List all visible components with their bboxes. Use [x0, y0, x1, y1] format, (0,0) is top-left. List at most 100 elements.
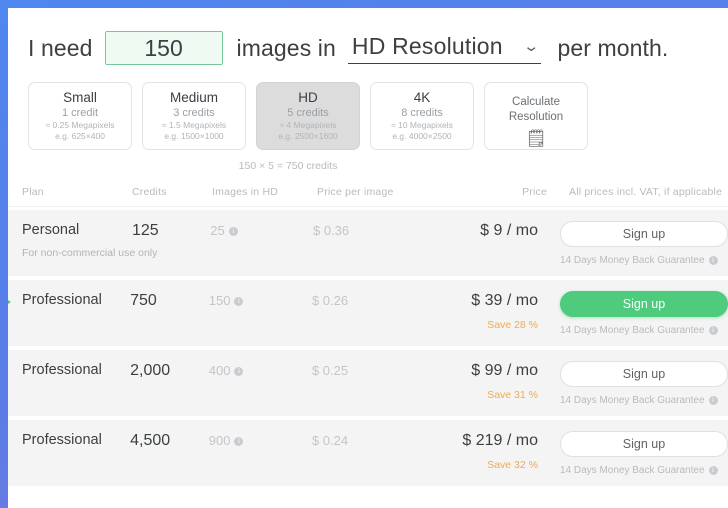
price-per-image-value: $ 0.24 [312, 433, 348, 448]
info-icon[interactable]: i [709, 256, 718, 265]
resolution-card-4k[interactable]: 4K 8 credits ≈ 10 Megapixels e.g. 4000×2… [370, 82, 474, 150]
table-row[interactable]: Professional 750 150i $ 0.26 $ 39 / mo S… [8, 280, 728, 346]
plan-name: Professional [22, 291, 130, 310]
action-cell: Sign up 14 Days Money Back Guarantee i [538, 431, 728, 477]
calculate-resolution-button[interactable]: Calculate Resolution 🗒 [484, 82, 588, 150]
action-cell: Sign up 14 Days Money Back Guarantee i [538, 361, 728, 407]
table-row[interactable]: Personal For non-commercial use only 125… [8, 210, 728, 276]
price-value: $ 39 / mo [430, 291, 538, 310]
signup-button[interactable]: Sign up [560, 431, 728, 457]
info-icon[interactable]: i [234, 297, 243, 306]
credits-value: 125 [132, 222, 159, 239]
plan-configurator: I need images in HD Resolution ⌄ per mon… [8, 8, 728, 172]
calculate-resolution-line2: Resolution [485, 110, 587, 125]
resolution-card-example: e.g. 4000×2500 [371, 131, 473, 142]
resolution-card-example: e.g. 1500×1000 [143, 131, 245, 142]
resolution-card-name: HD [257, 90, 359, 105]
guarantee-text: 14 Days Money Back Guarantee [560, 465, 705, 476]
plan-cell: Personal For non-commercial use only [22, 221, 132, 259]
action-cell: Sign up 14 Days Money Back Guaranteei [538, 221, 728, 267]
resolution-card-credits: 8 credits [371, 107, 473, 120]
save-badge: Save 28 % [430, 319, 538, 331]
resolution-card-megapixels: ≈ 1.5 Megapixels [143, 120, 245, 131]
images-value: 400 [209, 363, 231, 378]
guarantee-text: 14 Days Money Back Guarantee [560, 395, 705, 406]
column-header-credits: Credits [132, 186, 212, 198]
price-per-image-cell: $ 0.25 [312, 361, 430, 380]
column-header-plan: Plan [22, 186, 132, 198]
quantity-input[interactable] [105, 31, 223, 65]
credits-cell: 750 [130, 291, 209, 310]
need-sentence: I need images in HD Resolution ⌄ per mon… [28, 26, 708, 70]
signup-button[interactable]: Sign up [560, 291, 728, 317]
plan-name: Professional [22, 431, 130, 450]
resolution-card-hd[interactable]: HD 5 credits ≈ 4 Megapixels e.g. 2500×16… [256, 82, 360, 150]
resolution-card-name: 4K [371, 90, 473, 105]
images-cell: 400i [209, 361, 312, 380]
calculator-icon: 🗒 [485, 130, 587, 148]
info-icon[interactable]: i [709, 326, 718, 335]
signup-button[interactable]: Sign up [560, 361, 728, 387]
action-cell: Sign up 14 Days Money Back Guarantee i [538, 291, 728, 337]
resolution-card-megapixels: ≈ 10 Megapixels [371, 120, 473, 131]
price-value: $ 99 / mo [430, 361, 538, 380]
table-row[interactable]: Professional 4,500 900i $ 0.24 $ 219 / m… [8, 420, 728, 486]
resolution-card-credits: 1 credit [29, 107, 131, 120]
price-per-image-value: $ 0.25 [312, 363, 348, 378]
credit-formula: 150 × 5 = 750 credits [28, 160, 708, 172]
resolution-card-name: Medium [143, 90, 245, 105]
credits-value: 2,000 [130, 362, 170, 379]
info-icon[interactable]: i [234, 437, 243, 446]
guarantee-note: 14 Days Money Back Guarantee i [560, 325, 728, 337]
resolution-select-value: HD Resolution [352, 33, 503, 60]
vat-note: All prices incl. VAT, if applicable [547, 186, 728, 198]
images-value: 150 [209, 293, 231, 308]
resolution-card-megapixels: ≈ 0.25 Megapixels [29, 120, 131, 131]
images-cell: 150i [209, 291, 312, 310]
resolution-card-small[interactable]: Small 1 credit ≈ 0.25 Megapixels e.g. 62… [28, 82, 132, 150]
per-month-label: per month. [557, 35, 668, 62]
images-value: 900 [209, 433, 231, 448]
guarantee-note: 14 Days Money Back Guaranteei [560, 255, 728, 267]
price-per-image-cell: $ 0.36 [313, 221, 430, 240]
table-header-row: Plan Credits Images in HD Price per imag… [8, 178, 728, 207]
column-header-price: Price [437, 186, 547, 198]
plan-cell: Professional [22, 291, 130, 317]
selected-row-marker-icon [8, 294, 11, 310]
guarantee-text: 14 Days Money Back Guarantee [560, 325, 705, 336]
plan-cell: Professional [22, 431, 130, 457]
price-cell: $ 219 / mo Save 32 % [430, 431, 538, 471]
resolution-card-credits: 5 credits [257, 107, 359, 120]
pricing-table: Plan Credits Images in HD Price per imag… [8, 178, 728, 486]
images-cell: 900i [209, 431, 312, 450]
resolution-select[interactable]: HD Resolution ⌄ [348, 33, 542, 64]
calculate-resolution-line1: Calculate [485, 95, 587, 110]
pricing-page: I need images in HD Resolution ⌄ per mon… [8, 8, 728, 508]
guarantee-note: 14 Days Money Back Guarantee i [560, 395, 728, 407]
info-icon[interactable]: i [234, 367, 243, 376]
info-icon[interactable]: i [229, 227, 238, 236]
price-cell: $ 99 / mo Save 31 % [430, 361, 538, 401]
price-per-image-cell: $ 0.26 [312, 291, 430, 310]
column-header-images: Images in HD [212, 186, 317, 198]
table-row[interactable]: Professional 2,000 400i $ 0.25 $ 99 / mo… [8, 350, 728, 416]
signup-button[interactable]: Sign up [560, 221, 728, 247]
info-icon[interactable]: i [709, 466, 718, 475]
plan-name: Personal [22, 221, 132, 240]
resolution-card-medium[interactable]: Medium 3 credits ≈ 1.5 Megapixels e.g. 1… [142, 82, 246, 150]
credits-cell: 125 [132, 221, 210, 240]
images-in-label: images in [237, 35, 336, 62]
info-icon[interactable]: i [709, 396, 718, 405]
price-per-image-value: $ 0.36 [313, 223, 349, 238]
images-value: 25 [210, 223, 224, 238]
credits-value: 750 [130, 292, 157, 309]
credits-cell: 4,500 [130, 431, 209, 450]
need-label: I need [28, 35, 93, 62]
resolution-card-credits: 3 credits [143, 107, 245, 120]
resolution-card-example: e.g. 2500×1600 [257, 131, 359, 142]
price-cell: $ 39 / mo Save 28 % [430, 291, 538, 331]
resolution-card-example: e.g. 625×400 [29, 131, 131, 142]
resolution-card-list: Small 1 credit ≈ 0.25 Megapixels e.g. 62… [28, 82, 708, 150]
credits-value: 4,500 [130, 432, 170, 449]
resolution-card-megapixels: ≈ 4 Megapixels [257, 120, 359, 131]
